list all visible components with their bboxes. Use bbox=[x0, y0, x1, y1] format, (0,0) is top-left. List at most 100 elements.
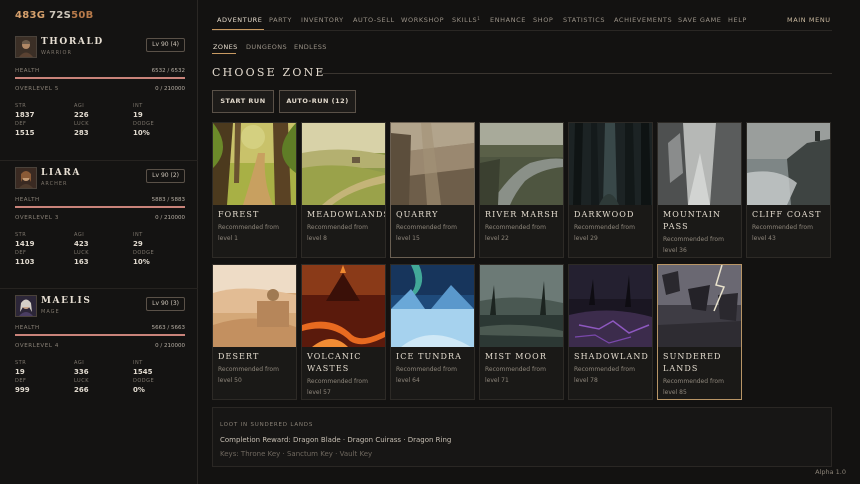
nav-statistics[interactable]: STATISTICS bbox=[563, 16, 605, 24]
stat-luck: LUCK 266 bbox=[74, 378, 89, 394]
nav-help[interactable]: HELP bbox=[728, 16, 747, 24]
desert-image bbox=[213, 265, 296, 347]
loot-title: LOOT IN SUNDERED LANDS bbox=[220, 422, 314, 428]
stat-str: STR 1837 bbox=[15, 103, 35, 119]
mountain-pass-image bbox=[658, 123, 741, 205]
gold-amount: 483G bbox=[15, 10, 46, 21]
nav-skills[interactable]: SKILLS1 bbox=[452, 16, 480, 24]
zone-level: level 36 bbox=[663, 247, 687, 254]
zone-card-forest[interactable]: FOREST Recommended from level 1 bbox=[212, 122, 297, 258]
nav-enhance[interactable]: ENHANCE bbox=[490, 16, 526, 24]
stat-dodge: DODGE 10% bbox=[133, 121, 155, 137]
zone-card-desert[interactable]: DESERT Recommended from level 50 bbox=[212, 264, 297, 400]
zone-name: DARKWOOD bbox=[574, 210, 635, 219]
warrior-portrait-icon bbox=[15, 36, 37, 58]
character-class: WARRIOR bbox=[41, 50, 72, 56]
nav-workshop[interactable]: WORKSHOP bbox=[401, 16, 444, 24]
zone-card-volcanic-wastes[interactable]: VOLCANIC WASTES Recommended from level 5… bbox=[301, 264, 386, 400]
level-badge: Lv 90 (4) bbox=[146, 38, 185, 52]
zone-card-mist-moor[interactable]: MIST MOOR Recommended from level 71 bbox=[479, 264, 564, 400]
zone-level: level 64 bbox=[396, 377, 420, 384]
nav-adventure[interactable]: ADVENTURE bbox=[217, 16, 263, 24]
character-card[interactable]: MAELIS MAGE Lv 90 (3) HEALTH 5663 / 5663… bbox=[0, 288, 198, 416]
active-subtab-indicator bbox=[212, 53, 236, 54]
auto-run-button[interactable]: AUTO-RUN (12) bbox=[279, 90, 356, 113]
zone-card-mountain-pass[interactable]: MOUNTAIN PASS Recommended from level 36 bbox=[657, 122, 742, 258]
overlevel-label: OVERLEVEL 5 bbox=[15, 86, 59, 92]
completion-reward: Completion Reward: Dragon Blade · Dragon… bbox=[220, 436, 452, 444]
health-bar bbox=[15, 206, 185, 208]
zone-level: level 15 bbox=[396, 235, 420, 242]
zone-card-sundered-lands[interactable]: SUNDERED LANDS Recommended from level 85 bbox=[657, 264, 742, 400]
zone-level: level 50 bbox=[218, 377, 242, 384]
character-name: LIARA bbox=[41, 168, 81, 178]
zone-card-shadowland[interactable]: SHADOWLAND Recommended from level 78 bbox=[568, 264, 653, 400]
zone-recommendation: Recommended from bbox=[752, 224, 813, 231]
subtab-dungeons[interactable]: DUNGEONS bbox=[246, 43, 287, 51]
nav-shop[interactable]: SHOP bbox=[533, 16, 553, 24]
mage-portrait-icon bbox=[15, 295, 37, 317]
zone-card-quarry[interactable]: QUARRY Recommended from level 15 bbox=[390, 122, 475, 258]
zone-level: level 8 bbox=[307, 235, 327, 242]
health-label: HEALTH bbox=[15, 197, 40, 203]
subtab-endless[interactable]: ENDLESS bbox=[294, 43, 327, 51]
nav-auto-sell[interactable]: AUTO-SELL bbox=[353, 16, 395, 24]
zone-level: level 85 bbox=[663, 389, 687, 396]
currency-display: 483G 72S50B bbox=[15, 10, 94, 21]
health-label: HEALTH bbox=[15, 325, 40, 331]
zone-recommendation: Recommended from bbox=[307, 224, 368, 231]
zone-card-darkwood[interactable]: DARKWOOD Recommended from level 29 bbox=[568, 122, 653, 258]
stat-luck: LUCK 283 bbox=[74, 121, 89, 137]
forest-image bbox=[213, 123, 296, 205]
zone-level: level 43 bbox=[752, 235, 776, 242]
nav-party[interactable]: PARTY bbox=[269, 16, 292, 24]
ice-tundra-image bbox=[391, 265, 474, 347]
nav-inventory[interactable]: INVENTORY bbox=[301, 16, 344, 24]
overlevel-value: 0 / 210000 bbox=[155, 86, 185, 92]
zone-recommendation: Recommended from bbox=[574, 224, 635, 231]
party-panel: 483G 72S50B THORALD WARRIOR Lv 90 (4) HE… bbox=[0, 0, 198, 484]
nav-save-game[interactable]: SAVE GAME bbox=[678, 16, 722, 24]
health-bar-fill bbox=[15, 206, 185, 208]
stat-str: STR 19 bbox=[15, 360, 27, 376]
archer-portrait-icon bbox=[15, 167, 37, 189]
nav-skills-label: SKILLS bbox=[452, 16, 478, 24]
main-menu-button[interactable]: MAIN MENU bbox=[787, 16, 831, 24]
overlevel-value: 0 / 210000 bbox=[155, 343, 185, 349]
stat-def: DEF 1103 bbox=[15, 250, 35, 266]
quarry-image bbox=[391, 123, 474, 205]
health-bar-fill bbox=[15, 334, 185, 336]
health-bar bbox=[15, 334, 185, 336]
zone-card-cliff-coast[interactable]: CLIFF COAST Recommended from level 43 bbox=[746, 122, 831, 258]
character-class: MAGE bbox=[41, 309, 60, 315]
character-class: ARCHER bbox=[41, 181, 68, 187]
zone-recommendation: Recommended from bbox=[663, 236, 724, 243]
character-card[interactable]: LIARA ARCHER Lv 90 (2) HEALTH 5883 / 588… bbox=[0, 160, 198, 288]
darkwood-image bbox=[569, 123, 652, 205]
title-divider bbox=[323, 73, 832, 74]
meadowlands-image bbox=[302, 123, 385, 205]
subtab-zones[interactable]: ZONES bbox=[213, 43, 238, 51]
mist-moor-image bbox=[480, 265, 563, 347]
zone-card-river-marsh[interactable]: RIVER MARSH Recommended from level 22 bbox=[479, 122, 564, 258]
start-run-button[interactable]: START RUN bbox=[212, 90, 274, 113]
zone-level: level 29 bbox=[574, 235, 598, 242]
zone-level: level 78 bbox=[574, 377, 598, 384]
nav-achievements[interactable]: ACHIEVEMENTS bbox=[614, 16, 672, 24]
character-card[interactable]: THORALD WARRIOR Lv 90 (4) HEALTH 6532 / … bbox=[0, 36, 198, 164]
zone-card-meadowlands[interactable]: MEADOWLANDS Recommended from level 8 bbox=[301, 122, 386, 258]
zone-recommendation: Recommended from bbox=[396, 366, 457, 373]
bronze-amount: 50B bbox=[71, 10, 94, 21]
stat-def: DEF 999 bbox=[15, 378, 30, 394]
zone-recommendation: Recommended from bbox=[485, 366, 546, 373]
version-label: Alpha 1.0 bbox=[815, 468, 846, 476]
zone-name: FOREST bbox=[218, 210, 260, 219]
overlevel-label: OVERLEVEL 3 bbox=[15, 215, 59, 221]
stat-int: INT 19 bbox=[133, 103, 143, 119]
character-name: MAELIS bbox=[41, 296, 92, 306]
zone-recommendation: Recommended from bbox=[663, 378, 724, 385]
zone-card-ice-tundra[interactable]: ICE TUNDRA Recommended from level 64 bbox=[390, 264, 475, 400]
volcanic-wastes-image bbox=[302, 265, 385, 347]
nav-divider bbox=[212, 30, 832, 31]
zone-name: VOLCANIC bbox=[307, 352, 362, 361]
